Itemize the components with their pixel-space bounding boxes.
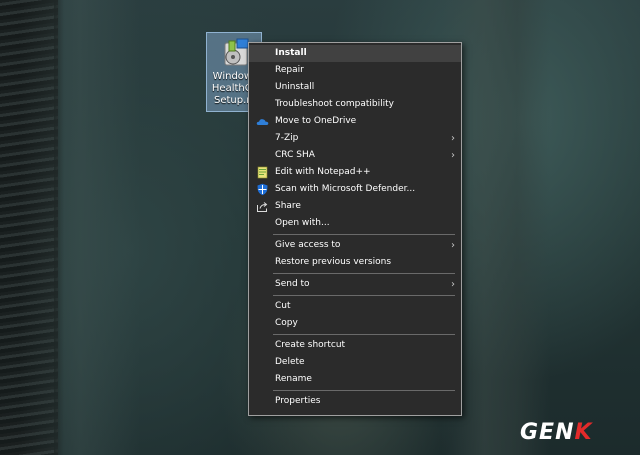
menu-item-delete[interactable]: Delete bbox=[249, 354, 461, 371]
menu-item-copy[interactable]: Copy bbox=[249, 315, 461, 332]
menu-item-properties[interactable]: Properties bbox=[249, 393, 461, 410]
menu-separator bbox=[273, 234, 455, 235]
menu-item-restore-previous[interactable]: Restore previous versions bbox=[249, 254, 461, 271]
menu-item-share[interactable]: Share bbox=[249, 198, 461, 215]
menu-item-cut[interactable]: Cut bbox=[249, 298, 461, 315]
genk-watermark-logo: GENK bbox=[520, 420, 593, 445]
chevron-right-icon: › bbox=[451, 279, 455, 290]
menu-item-label: Properties bbox=[275, 396, 321, 406]
menu-item-label: Open with... bbox=[275, 218, 330, 228]
menu-item-label: CRC SHA bbox=[275, 150, 315, 160]
menu-separator bbox=[273, 295, 455, 296]
menu-item-label: Edit with Notepad++ bbox=[275, 167, 371, 177]
menu-item-label: Restore previous versions bbox=[275, 257, 392, 267]
menu-item-label: Create shortcut bbox=[275, 340, 346, 350]
menu-item-open-with[interactable]: Open with... bbox=[249, 215, 461, 232]
logo-text-accent: K bbox=[574, 420, 593, 445]
chevron-right-icon: › bbox=[451, 150, 455, 161]
menu-item-label: Cut bbox=[275, 301, 291, 311]
menu-item-create-shortcut[interactable]: Create shortcut bbox=[249, 337, 461, 354]
menu-item-move-to-onedrive[interactable]: Move to OneDrive bbox=[249, 113, 461, 130]
chevron-right-icon: › bbox=[451, 133, 455, 144]
share-icon bbox=[257, 202, 268, 212]
menu-item-scan-defender[interactable]: Scan with Microsoft Defender... bbox=[249, 181, 461, 198]
chevron-right-icon: › bbox=[451, 240, 455, 251]
menu-item-give-access[interactable]: Give access to › bbox=[249, 237, 461, 254]
menu-item-label: Rename bbox=[275, 374, 312, 384]
menu-item-repair[interactable]: Repair bbox=[249, 62, 461, 79]
menu-item-crc-sha[interactable]: CRC SHA › bbox=[249, 147, 461, 164]
menu-item-troubleshoot[interactable]: Troubleshoot compatibility bbox=[249, 96, 461, 113]
menu-item-rename[interactable]: Rename bbox=[249, 371, 461, 388]
menu-separator bbox=[273, 390, 455, 391]
logo-text-main: GEN bbox=[520, 420, 575, 445]
menu-item-label: Uninstall bbox=[275, 82, 315, 92]
menu-separator bbox=[273, 273, 455, 274]
menu-item-label: Delete bbox=[275, 357, 305, 367]
installer-package-icon bbox=[224, 38, 249, 66]
menu-item-send-to[interactable]: Send to › bbox=[249, 276, 461, 293]
menu-item-label: Install bbox=[275, 48, 307, 58]
menu-item-label: Share bbox=[275, 201, 301, 211]
menu-item-edit-notepadpp[interactable]: Edit with Notepad++ bbox=[249, 164, 461, 181]
menu-item-label: Move to OneDrive bbox=[275, 116, 357, 126]
menu-item-label: Repair bbox=[275, 65, 304, 75]
menu-item-label: 7-Zip bbox=[275, 133, 299, 143]
onedrive-cloud-icon bbox=[256, 119, 269, 125]
defender-shield-icon bbox=[257, 183, 268, 196]
menu-item-label: Send to bbox=[275, 279, 310, 289]
menu-item-uninstall[interactable]: Uninstall bbox=[249, 79, 461, 96]
menu-item-label: Scan with Microsoft Defender... bbox=[275, 184, 416, 194]
menu-item-install[interactable]: Install bbox=[249, 45, 461, 62]
context-menu: Install Repair Uninstall Troubleshoot co… bbox=[248, 42, 462, 416]
background-trunk-far bbox=[20, 0, 140, 455]
menu-separator bbox=[273, 334, 455, 335]
menu-item-label: Give access to bbox=[275, 240, 341, 250]
menu-item-label: Copy bbox=[275, 318, 298, 328]
notepad-plus-plus-icon bbox=[257, 166, 268, 179]
menu-item-label: Troubleshoot compatibility bbox=[275, 99, 394, 109]
menu-item-7zip[interactable]: 7-Zip › bbox=[249, 130, 461, 147]
